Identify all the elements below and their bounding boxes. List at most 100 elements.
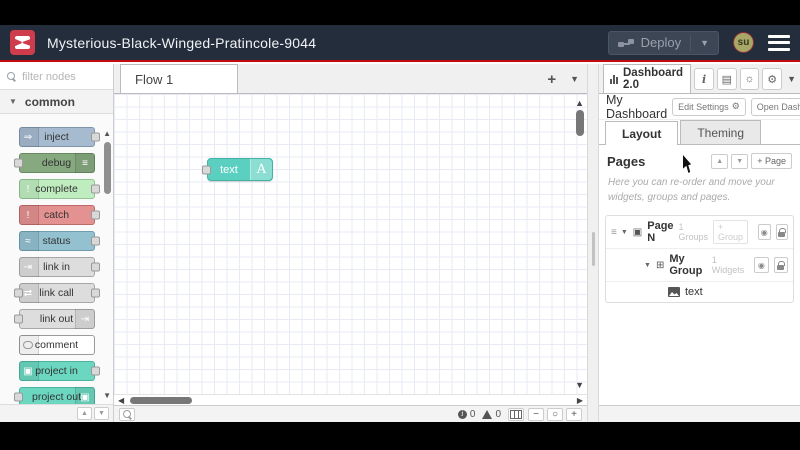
node-input-port[interactable] [13, 314, 23, 324]
canvas-scroll-right-icon[interactable]: ▶ [577, 396, 583, 405]
warning-count: 0 [482, 409, 501, 420]
tab-dashboard-2[interactable]: Dashboard 2.0 [603, 64, 692, 93]
node-icon: ⇥ [74, 309, 95, 329]
node-output-port[interactable] [90, 262, 100, 272]
flow-node-text[interactable]: text A [202, 158, 273, 181]
palette-node-project-out[interactable]: project out ▣ [13, 387, 95, 404]
node-input-port[interactable] [13, 392, 23, 402]
palette-footer: ▲ ▼ [0, 404, 113, 422]
edit-settings-button[interactable]: Edit Settings ⚙ [672, 97, 746, 116]
palette-expand-all-button[interactable]: ▼ [94, 407, 109, 420]
palette-node-link-call[interactable]: link call ⇄ [13, 283, 100, 303]
tab-flow-1[interactable]: Flow 1 [120, 64, 238, 93]
flow-node-label: text [220, 163, 238, 176]
palette-node-comment[interactable]: comment [18, 335, 95, 355]
node-icon: ! [18, 179, 39, 199]
palette-node-inject[interactable]: inject ⇒ [18, 127, 100, 147]
node-output-port[interactable] [90, 288, 100, 298]
tab-info-button[interactable]: i [694, 68, 714, 90]
sidebar-tab-bar: Dashboard 2.0 i ▤ ☼ ⚙ ▼ [599, 64, 800, 94]
open-dashboard-button[interactable]: Open Dashboard↗ [750, 97, 800, 116]
node-input-port[interactable] [13, 288, 23, 298]
node-output-port[interactable] [90, 366, 100, 376]
chevron-down-icon[interactable]: ▼ [621, 229, 628, 236]
tree-row-page[interactable]: ≡ ▼ ▣ Page N 1 Groups + Group ◉ [606, 216, 793, 248]
node-palette: filter nodes ▼ common ▲ inject ⇒ debug ≡… [0, 64, 114, 422]
add-page-button[interactable]: + Page [751, 153, 792, 169]
tab-theming[interactable]: Theming [680, 120, 762, 144]
tree-row-widget[interactable]: text [606, 281, 793, 302]
zoom-out-button[interactable]: − [528, 407, 544, 421]
sidebar-tabs-caret-icon[interactable]: ▼ [787, 74, 796, 84]
lock-icon [778, 227, 787, 237]
divider [690, 34, 692, 51]
add-group-button[interactable]: + Group [713, 220, 749, 244]
palette-node-complete[interactable]: complete ! [18, 179, 100, 199]
palette-node-link-out[interactable]: link out ⇥ [13, 309, 95, 329]
canvas-scroll-up-icon[interactable]: ▲ [575, 98, 584, 108]
node-input-port[interactable] [13, 158, 23, 168]
add-flow-button[interactable]: + [547, 71, 556, 88]
group-widget-count: 1 Widgets [711, 255, 745, 275]
drag-handle-icon[interactable]: ≡ [611, 227, 617, 238]
canvas-scroll-down-icon[interactable]: ▼ [575, 380, 584, 390]
main-menu-button[interactable] [768, 34, 790, 51]
app-window: Mysterious-Black-Winged-Pratincole-9044 … [0, 25, 800, 422]
node-output-port[interactable] [90, 132, 100, 142]
palette-scroll-up-icon[interactable]: ▲ [103, 129, 111, 138]
widget-name: text [685, 286, 703, 298]
deploy-button[interactable]: Deploy ▼ [607, 30, 719, 55]
palette-scroll-down-icon[interactable]: ▼ [103, 391, 111, 400]
flow-list-caret-icon[interactable]: ▼ [570, 74, 579, 84]
node-icon: ⇒ [18, 127, 39, 147]
tree-row-group[interactable]: ▼ ⊞ My Group 1 Widgets ◉ [606, 248, 793, 281]
palette-collapse-all-button[interactable]: ▲ [77, 407, 92, 420]
collapse-pages-button[interactable]: ▲ [711, 153, 729, 169]
node-input-port[interactable] [202, 165, 211, 174]
group-visibility-button[interactable]: ◉ [754, 257, 769, 273]
zoom-reset-button[interactable]: ○ [547, 407, 563, 421]
node-icon: ≈ [18, 231, 39, 251]
tab-config-button[interactable]: ⚙ [762, 68, 783, 90]
canvas-vscrollbar-thumb[interactable] [576, 110, 584, 136]
node-output-port[interactable] [90, 184, 100, 194]
canvas-scroll-left-icon[interactable]: ◀ [118, 396, 124, 405]
palette-node-status[interactable]: status ≈ [18, 231, 100, 251]
map-icon [510, 409, 522, 419]
expand-pages-button[interactable]: ▼ [731, 153, 749, 169]
navigator-button[interactable] [508, 407, 524, 421]
palette-scrollbar-thumb[interactable] [104, 142, 111, 194]
canvas-hscrollbar[interactable]: ◀ ▶ [114, 394, 587, 405]
info-count: i 0 [457, 409, 475, 420]
dashboard-title: My Dashboard [606, 92, 668, 121]
flow-canvas[interactable]: text A ▲ ▼ [114, 94, 587, 394]
group-name: My Group [669, 253, 703, 277]
search-flows-button[interactable] [119, 407, 135, 421]
palette-node-project-in[interactable]: project in ▣ [18, 361, 100, 381]
node-red-logo-icon [10, 30, 35, 55]
palette-category-common[interactable]: ▼ common [0, 90, 113, 114]
tab-help-button[interactable]: ▤ [716, 68, 737, 90]
palette-node-catch[interactable]: catch ! [18, 205, 100, 225]
text-widget-icon: A [250, 159, 272, 180]
sidebar-splitter[interactable] [587, 64, 599, 422]
layout-tree: ≡ ▼ ▣ Page N 1 Groups + Group ◉ ▼ ⊞ My G… [605, 215, 794, 303]
user-avatar[interactable]: su [733, 32, 754, 53]
group-lock-button[interactable] [773, 257, 788, 273]
tab-debug-button[interactable]: ☼ [739, 68, 760, 90]
page-visibility-button[interactable]: ◉ [758, 224, 771, 240]
deploy-caret-icon[interactable]: ▼ [700, 38, 709, 48]
search-icon [122, 409, 132, 419]
page-lock-button[interactable] [775, 224, 788, 240]
canvas-hscrollbar-thumb[interactable] [130, 397, 192, 404]
node-output-port[interactable] [90, 210, 100, 220]
palette-node-debug[interactable]: debug ≡ [13, 153, 95, 173]
chevron-down-icon[interactable]: ▼ [644, 262, 651, 269]
dashboard-header: My Dashboard Edit Settings⚙ Open Dashboa… [599, 92, 800, 121]
tab-layout[interactable]: Layout [605, 121, 679, 145]
dashboard-subtabs: Layout Theming [599, 120, 800, 145]
zoom-in-button[interactable]: + [566, 407, 582, 421]
node-output-port[interactable] [90, 236, 100, 246]
palette-search[interactable]: filter nodes [0, 64, 113, 90]
palette-node-link-in[interactable]: link in ⇥ [18, 257, 100, 277]
